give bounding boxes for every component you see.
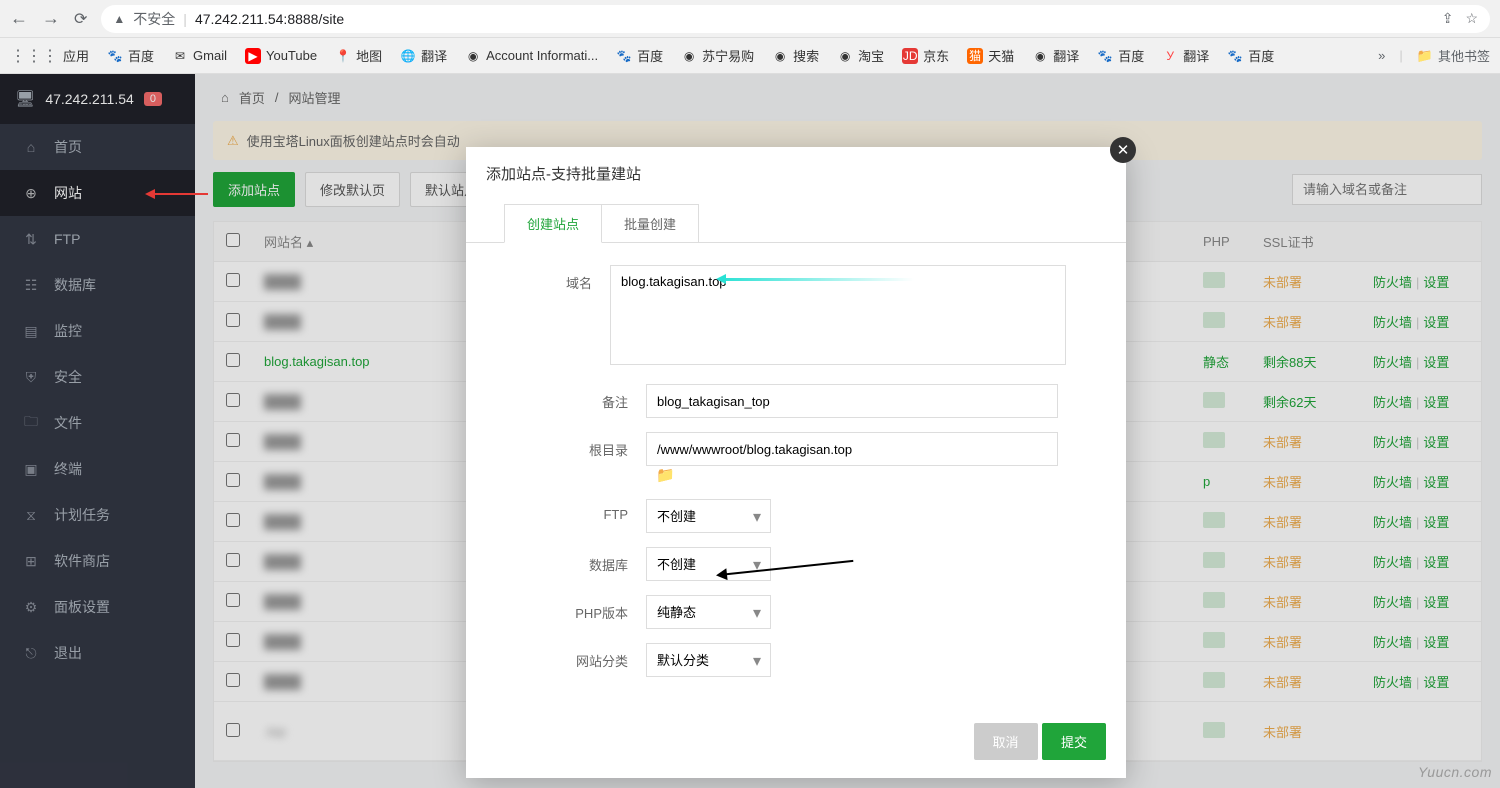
label-root: 根目录 — [466, 432, 646, 459]
taobao-icon: ◉ — [837, 48, 853, 64]
youtube-icon: ▶ — [245, 48, 261, 64]
tmall-icon: 猫 — [967, 48, 983, 64]
bookmark-item[interactable]: ▶YouTube — [245, 48, 317, 64]
bookmark-item[interactable]: 🐾百度 — [1227, 46, 1274, 65]
url-text: 47.242.211.54:8888/site — [195, 11, 344, 27]
bookmark-item[interactable]: ◉搜索 — [772, 46, 819, 65]
back-button[interactable]: ← — [10, 8, 28, 29]
suning-icon: ◉ — [681, 48, 697, 64]
apps-button[interactable]: ⋮⋮⋮应用 — [10, 46, 89, 66]
close-button[interactable]: ✕ — [1110, 137, 1136, 163]
baidu-icon: 🐾 — [616, 48, 632, 64]
share-icon[interactable]: ⇪ — [1442, 10, 1454, 27]
modal-title: 添加站点-支持批量建站 — [466, 147, 1126, 194]
url-bar[interactable]: ▲ 不安全 | 47.242.211.54:8888/site ⇪ ☆ — [101, 5, 1490, 33]
search-icon: ◉ — [772, 48, 788, 64]
bookmark-item[interactable]: JD京东 — [902, 46, 949, 65]
bookmark-item[interactable]: У翻译 — [1162, 46, 1209, 65]
label-php: PHP版本 — [466, 595, 646, 622]
bookmark-item[interactable]: ◉Account Informati... — [465, 48, 598, 64]
bookmark-item[interactable]: 📍地图 — [335, 46, 382, 65]
browser-bar: ← → ⟳ ▲ 不安全 | 47.242.211.54:8888/site ⇪ … — [0, 0, 1500, 38]
folder-icon[interactable]: 📁 — [656, 467, 675, 484]
label-remark: 备注 — [466, 384, 646, 411]
translate-icon: 🌐 — [400, 48, 416, 64]
account-icon: ◉ — [465, 48, 481, 64]
submit-button[interactable]: 提交 — [1042, 723, 1106, 760]
category-select[interactable]: 默认分类 — [646, 643, 771, 677]
annotation-arrow-red — [148, 193, 208, 195]
bookmark-item[interactable]: 🐾百度 — [616, 46, 663, 65]
label-cat: 网站分类 — [466, 643, 646, 670]
create-site-form: 域名 备注 根目录 📁 FTP 不创建 数据库 不创建 PHP版本 纯静态 网站… — [466, 243, 1126, 711]
add-site-modal: ✕ 添加站点-支持批量建站 创建站点 批量创建 域名 备注 根目录 📁 FTP … — [466, 147, 1126, 778]
label-db: 数据库 — [466, 547, 646, 574]
other-bookmarks[interactable]: 📁其他书签 — [1417, 46, 1490, 65]
modal-tabs: 创建站点 批量创建 — [504, 204, 1126, 243]
watermark: Yuucn.com — [1418, 764, 1492, 780]
bookmark-item[interactable]: 🐾百度 — [107, 46, 154, 65]
maps-icon: 📍 — [335, 48, 351, 64]
label-domain: 域名 — [466, 265, 610, 292]
remark-input[interactable] — [646, 384, 1058, 418]
bookmark-item[interactable]: 猫天猫 — [967, 46, 1014, 65]
baidu-icon: 🐾 — [1097, 48, 1113, 64]
annotation-arrow-cyan — [719, 278, 914, 281]
apps-icon: ⋮⋮⋮ — [10, 46, 58, 66]
jd-icon: JD — [902, 48, 918, 64]
bookmark-item[interactable]: ✉Gmail — [172, 48, 227, 64]
bookmark-item[interactable]: ◉翻译 — [1032, 46, 1079, 65]
folder-icon: 📁 — [1417, 48, 1433, 64]
baidu-icon: 🐾 — [1227, 48, 1243, 64]
translate-icon: ◉ — [1032, 48, 1048, 64]
translate-icon: У — [1162, 48, 1178, 64]
label-ftp: FTP — [466, 499, 646, 522]
overflow-icon[interactable]: » — [1378, 48, 1385, 63]
ftp-select[interactable]: 不创建 — [646, 499, 771, 533]
modal-footer: 取消 提交 — [466, 711, 1126, 778]
tab-create[interactable]: 创建站点 — [504, 204, 602, 243]
root-input[interactable] — [646, 432, 1058, 466]
php-select[interactable]: 纯静态 — [646, 595, 771, 629]
bookmark-item[interactable]: ◉淘宝 — [837, 46, 884, 65]
insecure-label: 不安全 — [133, 9, 175, 29]
bookmarks-bar: ⋮⋮⋮应用 🐾百度 ✉Gmail ▶YouTube 📍地图 🌐翻译 ◉Accou… — [0, 38, 1500, 74]
cancel-button[interactable]: 取消 — [974, 723, 1038, 760]
bookmark-item[interactable]: 🐾百度 — [1097, 46, 1144, 65]
bookmark-item[interactable]: 🌐翻译 — [400, 46, 447, 65]
warning-icon: ▲ — [113, 12, 125, 26]
gmail-icon: ✉ — [172, 48, 188, 64]
tab-batch[interactable]: 批量创建 — [601, 204, 699, 243]
bookmark-item[interactable]: ◉苏宁易购 — [681, 46, 754, 65]
forward-button[interactable]: → — [42, 8, 60, 29]
baidu-icon: 🐾 — [107, 48, 123, 64]
star-icon[interactable]: ☆ — [1465, 10, 1478, 27]
reload-button[interactable]: ⟳ — [74, 9, 87, 29]
db-select[interactable]: 不创建 — [646, 547, 771, 581]
